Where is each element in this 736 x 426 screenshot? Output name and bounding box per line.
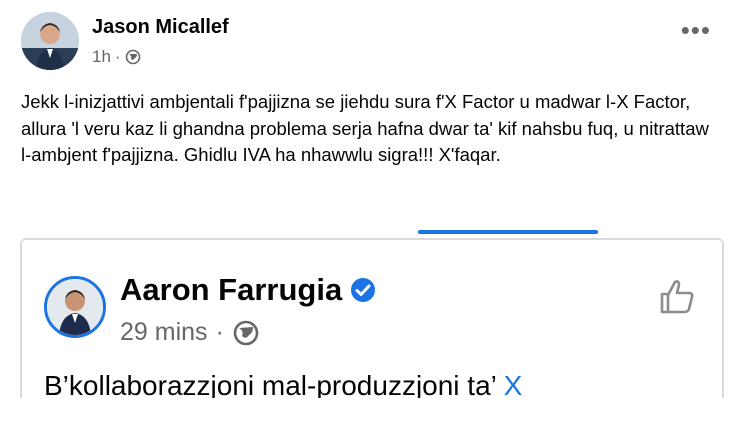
post-body-text: Jekk l-inizjattivi ambjentali f'pajjizna… [21,91,709,165]
person-avatar-icon [21,12,79,70]
embedded-text-body: B’kollaborazzjoni mal-produzzjoni ta’ [44,370,504,401]
post-meta: 1h · [92,47,141,67]
embedded-text-link[interactable]: X [504,370,523,401]
bottom-cutoff [0,398,736,426]
embedded-post-card[interactable]: Aaron Farrugia 29 mins · B’kollaborazzjo… [20,238,724,412]
post-header: Jason Micallef 1h · ••• [21,12,721,72]
meta-separator: · [114,47,121,66]
globe-icon [125,49,140,65]
person-avatar-icon [47,279,103,335]
embedded-post-time[interactable]: 29 mins [120,318,208,347]
thumbs-up-icon[interactable] [656,276,698,318]
more-options-icon[interactable]: ••• [681,17,711,43]
post-time[interactable]: 1h [92,47,111,67]
embedded-author-name[interactable]: Aaron Farrugia [120,272,342,308]
embedded-post-meta: 29 mins · [120,318,260,347]
embedded-author: Aaron Farrugia [120,272,376,308]
embedded-author-avatar[interactable] [44,276,106,338]
verified-badge-icon [351,278,376,302]
author-avatar[interactable] [21,12,79,70]
embed-tab-indicator [418,230,598,234]
globe-icon [233,320,259,345]
post-author-name[interactable]: Jason Micallef [92,16,229,39]
meta-separator: · [215,318,224,346]
